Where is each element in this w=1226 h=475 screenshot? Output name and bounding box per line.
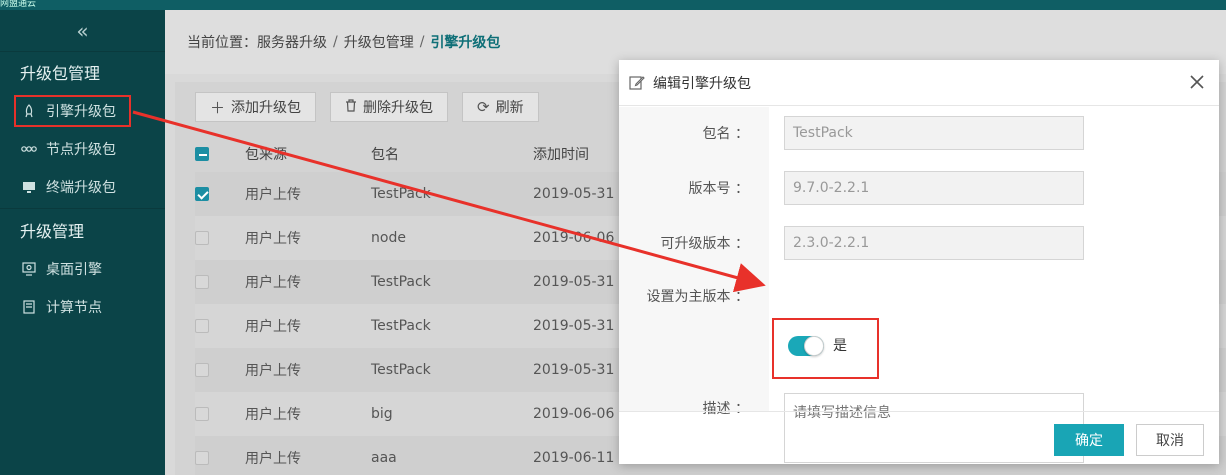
cell-source: 用户上传 — [245, 172, 371, 216]
sidebar-item-compute-node[interactable]: 计算节点 — [0, 288, 165, 326]
sidebar-item-node-package[interactable]: 节点升级包 — [0, 130, 165, 168]
server-icon — [20, 298, 38, 316]
select-all-checkbox[interactable] — [195, 147, 209, 161]
row-select-cell[interactable] — [195, 172, 245, 216]
field-label: 版本号 ： — [688, 181, 749, 197]
sidebar-group-upgrade-management[interactable]: 升级管理 — [0, 208, 165, 250]
field-label: 可升级版本 ： — [660, 236, 749, 252]
main-version-toggle-label: 是 — [833, 338, 847, 354]
row-checkbox[interactable] — [195, 231, 209, 245]
brand-text: 网盟通云 — [0, 0, 37, 9]
field-label: 设置为主版本 ： — [646, 289, 749, 305]
confirm-button[interactable]: 确定 — [1054, 424, 1124, 456]
cell-source: 用户上传 — [245, 392, 371, 436]
desktop-icon — [20, 260, 38, 278]
edit-package-dialog: 编辑引擎升级包 包名 ： TestPack 版本号 ： 9.7.0-2.2.1 … — [619, 60, 1219, 464]
cell-source: 用户上传 — [245, 260, 371, 304]
row-checkbox[interactable] — [195, 451, 209, 465]
plus-icon: ＋ — [210, 98, 226, 117]
dialog-footer: 确定 取消 — [619, 411, 1219, 464]
toggle-knob — [804, 336, 824, 356]
field-main-version: 设置为主版本 ： — [619, 279, 1219, 315]
cell-name: big — [371, 392, 533, 436]
row-checkbox[interactable] — [195, 319, 209, 333]
field-upgradable-version: 可升级版本 ： 2.3.0-2.2.1 — [619, 226, 1219, 262]
sidebar-group-package-management[interactable]: 升级包管理 — [0, 52, 165, 92]
cell-source: 用户上传 — [245, 348, 371, 392]
dialog-title: 编辑引擎升级包 — [653, 75, 751, 92]
edit-icon — [629, 75, 645, 91]
cell-source: 用户上传 — [245, 216, 371, 260]
sidebar: « 升级包管理 引擎升级包 节点升级包 终端升级包 升级管理 桌面引擎 计算节点 — [0, 10, 165, 475]
row-select-cell[interactable] — [195, 260, 245, 304]
field-label: 包名 ： — [702, 126, 749, 142]
breadcrumb-link[interactable]: 服务器升级 — [257, 32, 327, 52]
main-version-toggle[interactable] — [788, 336, 824, 356]
version-input[interactable]: 9.7.0-2.2.1 — [784, 171, 1084, 205]
cell-source: 用户上传 — [245, 304, 371, 348]
breadcrumb-current: 引擎升级包 — [430, 35, 501, 51]
row-select-cell[interactable] — [195, 348, 245, 392]
breadcrumb-separator: / — [333, 34, 338, 50]
refresh-label: 刷新 — [495, 100, 524, 116]
row-checkbox[interactable] — [195, 275, 209, 289]
refresh-button[interactable]: ⟳ 刷新 — [462, 92, 539, 122]
column-header-source[interactable]: 包来源 — [245, 136, 371, 172]
sidebar-item-engine-package[interactable]: 引擎升级包 — [0, 92, 165, 130]
cancel-button[interactable]: 取消 — [1136, 424, 1204, 456]
cell-name: TestPack — [371, 348, 533, 392]
sidebar-item-terminal-package[interactable]: 终端升级包 — [0, 168, 165, 206]
row-checkbox[interactable] — [195, 363, 209, 377]
add-package-label: 添加升级包 — [231, 100, 302, 116]
row-checkbox[interactable] — [195, 407, 209, 421]
upgradable-version-input[interactable]: 2.3.0-2.2.1 — [784, 226, 1084, 260]
field-version: 版本号 ： 9.7.0-2.2.1 — [619, 171, 1219, 207]
refresh-icon: ⟳ — [477, 98, 490, 116]
row-checkbox[interactable] — [195, 187, 209, 201]
delete-package-label: 删除升级包 — [363, 100, 434, 116]
select-all-cell[interactable] — [195, 136, 245, 172]
breadcrumb-prefix: 当前位置： — [187, 35, 257, 51]
close-icon[interactable] — [1187, 72, 1207, 92]
trash-icon — [345, 98, 357, 116]
dialog-body: 包名 ： TestPack 版本号 ： 9.7.0-2.2.1 可升级版本 ： … — [619, 107, 1219, 463]
cell-name: TestPack — [371, 172, 533, 216]
dialog-header: 编辑引擎升级包 — [619, 60, 1219, 106]
sidebar-item-label: 终端升级包 — [46, 180, 116, 196]
cell-name: node — [371, 216, 533, 260]
toolbar: ＋ 添加升级包 删除升级包 ⟳ 刷新 — [195, 92, 539, 122]
highlight-box — [14, 95, 131, 127]
row-select-cell[interactable] — [195, 436, 245, 475]
breadcrumb-separator: / — [419, 34, 425, 50]
cell-name: TestPack — [371, 260, 533, 304]
nodes-icon — [20, 140, 38, 158]
cell-name: aaa — [371, 436, 533, 475]
collapse-sidebar-icon[interactable]: « — [0, 10, 165, 52]
sidebar-item-label: 节点升级包 — [46, 142, 116, 158]
column-header-name[interactable]: 包名 — [371, 136, 533, 172]
top-bar: 网盟通云 — [0, 0, 1226, 10]
package-name-input[interactable]: TestPack — [784, 116, 1084, 150]
monitor-icon — [20, 178, 38, 196]
row-select-cell[interactable] — [195, 216, 245, 260]
row-select-cell[interactable] — [195, 304, 245, 348]
row-select-cell[interactable] — [195, 392, 245, 436]
cell-name: TestPack — [371, 304, 533, 348]
add-package-button[interactable]: ＋ 添加升级包 — [195, 92, 317, 122]
sidebar-item-label: 计算节点 — [46, 300, 102, 316]
breadcrumb-link[interactable]: 升级包管理 — [344, 32, 414, 52]
sidebar-item-desktop-engine[interactable]: 桌面引擎 — [0, 250, 165, 288]
cell-source: 用户上传 — [245, 436, 371, 475]
sidebar-item-label: 桌面引擎 — [46, 262, 102, 278]
field-package-name: 包名 ： TestPack — [619, 116, 1219, 152]
delete-package-button[interactable]: 删除升级包 — [330, 92, 449, 122]
